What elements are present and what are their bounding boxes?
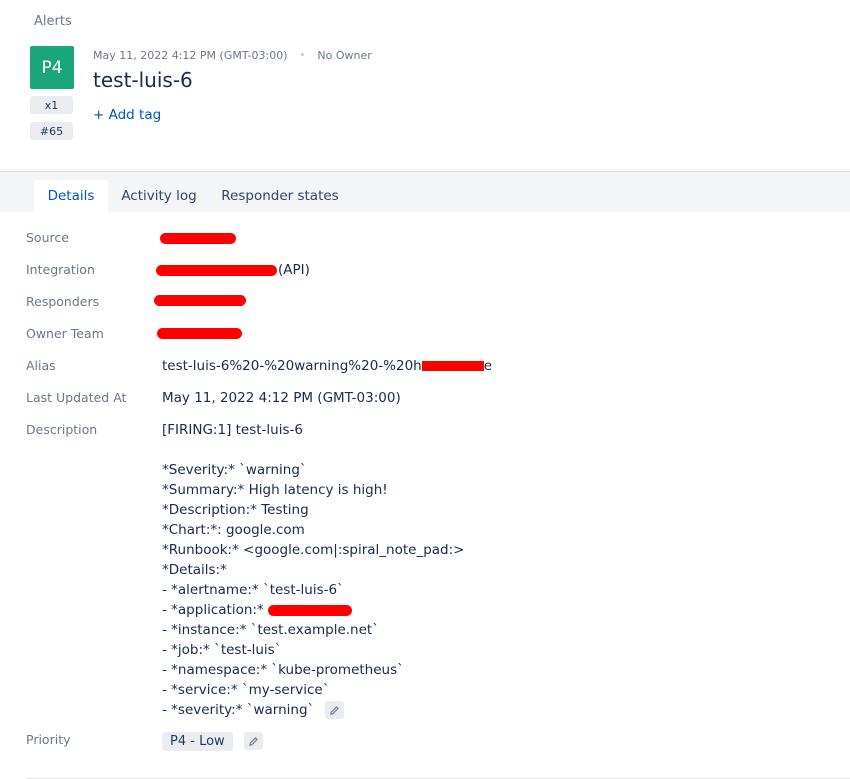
alert-header: Alerts P4 x1 #65 May 11, 2022 4:12 PM (G… <box>0 0 850 172</box>
description-line-text: - *application:* <box>162 602 268 618</box>
priority-badge: P4 <box>30 46 74 89</box>
count-chip: x1 <box>30 96 73 114</box>
integration-label: Integration <box>26 262 95 277</box>
description-line: - *namespace:* `kube-prometheus` <box>162 662 404 678</box>
edit-priority-button[interactable] <box>244 732 263 750</box>
responders-redaction <box>154 295 246 306</box>
alert-meta: May 11, 2022 4:12 PM (GMT-03:00) • No Ow… <box>93 49 372 62</box>
description-line: - *job:* `test-luis` <box>162 642 282 658</box>
description-label: Description <box>26 422 98 437</box>
tab-responder-states[interactable]: Responder states <box>212 180 348 212</box>
tab-activity-log[interactable]: Activity log <box>114 180 204 212</box>
pencil-icon <box>329 705 339 715</box>
alert-timestamp: May 11, 2022 4:12 PM (GMT-03:00) <box>93 49 288 62</box>
breadcrumb[interactable]: Alerts <box>34 14 72 29</box>
tab-bar: Details Activity log Responder states <box>0 172 850 212</box>
pencil-icon <box>249 736 258 746</box>
description-body: [FIRING:1] test-luis-6 *Severity:* `warn… <box>162 420 722 720</box>
last-updated-label: Last Updated At <box>26 390 127 405</box>
tab-details[interactable]: Details <box>34 180 108 212</box>
source-label: Source <box>26 230 69 245</box>
owner-team-redaction <box>157 328 242 339</box>
description-line: - *service:* `my-service` <box>162 682 330 698</box>
alert-title: test-luis-6 <box>93 68 193 92</box>
responders-label: Responders <box>26 294 100 309</box>
description-line: *Summary:* High latency is high! <box>162 482 388 498</box>
description-line: *Severity:* `warning` <box>162 462 307 478</box>
owner-team-label: Owner Team <box>26 326 104 341</box>
priority-value: P4 - Low <box>162 732 233 751</box>
priority-label: Priority <box>26 732 71 747</box>
description-line: *Details:* <box>162 562 227 578</box>
source-redaction <box>160 233 236 244</box>
alias-redaction <box>421 361 484 371</box>
description-line: *Runbook:* <google.com|:spiral_note_pad:… <box>162 542 465 558</box>
alert-owner[interactable]: No Owner <box>317 49 371 62</box>
alias-value: test-luis-6%20-%20warning%20-%20h e <box>162 358 492 374</box>
application-redaction <box>267 604 352 616</box>
description-line: *Chart:*: google.com <box>162 522 305 538</box>
integration-type: (API) <box>278 262 310 278</box>
description-line-last: - *severity:* `warning` <box>162 700 722 720</box>
separator-dot: • <box>299 50 306 61</box>
alias-value-end: e <box>483 358 493 374</box>
alias-label: Alias <box>26 358 56 373</box>
last-updated-value: May 11, 2022 4:12 PM (GMT-03:00) <box>162 390 401 406</box>
description-line: - *alertname:* `test-luis-6` <box>162 582 344 598</box>
add-tag-link[interactable]: + Add tag <box>93 107 161 123</box>
description-line-application: - *application:* <box>162 600 722 620</box>
description-line: - *instance:* `test.example.net` <box>162 622 379 638</box>
alias-value-start: test-luis-6%20-%20warning%20-%20h <box>162 358 422 374</box>
integration-redaction <box>156 265 277 276</box>
description-line <box>162 440 722 460</box>
description-line-text: - *severity:* `warning` <box>162 702 315 718</box>
description-line: [FIRING:1] test-luis-6 <box>162 422 303 438</box>
description-line: *Description:* Testing <box>162 502 309 518</box>
edit-description-button[interactable] <box>324 701 344 719</box>
tiny-id-chip: #65 <box>30 122 73 140</box>
